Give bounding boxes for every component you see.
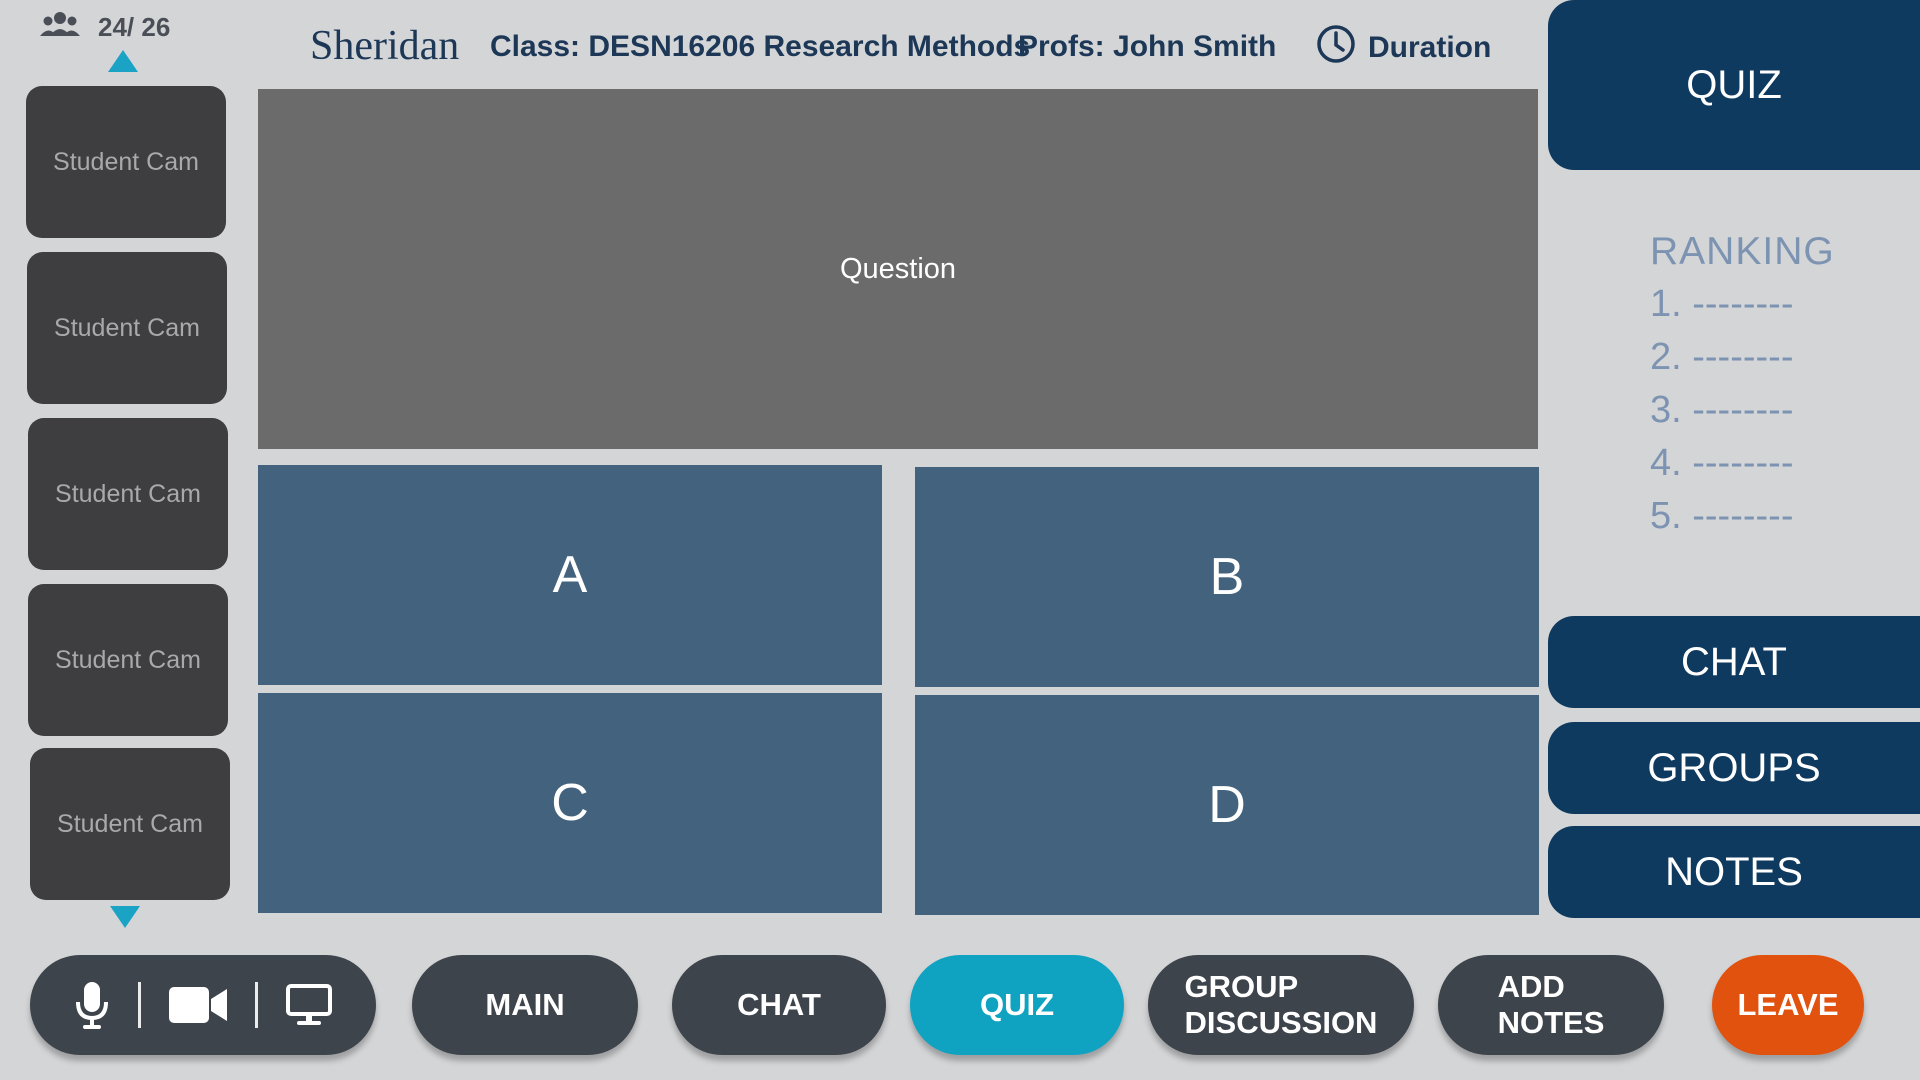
question-panel: Question <box>258 89 1538 449</box>
monitor-icon[interactable] <box>285 983 333 1027</box>
class-info: Class: DESN16206 Research Methods <box>490 30 1031 63</box>
side-notes-button[interactable]: NOTES <box>1548 826 1920 918</box>
leave-button[interactable]: LEAVE <box>1712 955 1864 1055</box>
professor-info: Profs: John Smith <box>1018 30 1277 63</box>
answer-option-a[interactable]: A <box>258 465 882 685</box>
group-discussion-button[interactable]: GROUP DISCUSSION <box>1148 955 1414 1055</box>
answer-option-b[interactable]: B <box>915 467 1539 687</box>
ranking-title: RANKING <box>1650 230 1835 273</box>
ranking-item: 5. -------- <box>1650 495 1794 537</box>
group-discussion-label: GROUP DISCUSSION <box>1184 969 1378 1040</box>
add-notes-button[interactable]: ADD NOTES <box>1438 955 1664 1055</box>
brand-logo: Sheridan <box>310 23 460 69</box>
video-camera-icon[interactable] <box>167 985 229 1025</box>
scroll-down-arrow-icon[interactable] <box>110 906 140 928</box>
divider <box>255 982 259 1028</box>
chat-button[interactable]: CHAT <box>672 955 886 1055</box>
participant-counter: 24/ 26 <box>40 10 170 45</box>
quiz-button[interactable]: QUIZ <box>910 955 1124 1055</box>
quiz-panel-tab[interactable]: QUIZ <box>1548 0 1920 170</box>
ranking-item: 4. -------- <box>1650 442 1794 484</box>
student-cam[interactable]: Student Cam <box>26 86 226 238</box>
side-groups-button[interactable]: GROUPS <box>1548 722 1920 814</box>
clock-icon <box>1316 24 1356 72</box>
duration-label: Duration <box>1368 31 1492 64</box>
class-header: Sheridan Class: DESN16206 Research Metho… <box>258 0 1538 88</box>
answer-option-d[interactable]: D <box>915 695 1539 915</box>
ranking-item: 1. -------- <box>1650 283 1794 325</box>
main-button[interactable]: MAIN <box>412 955 638 1055</box>
participant-count: 24/ 26 <box>98 12 171 42</box>
student-cam[interactable]: Student Cam <box>28 584 228 736</box>
people-group-icon <box>40 10 80 45</box>
divider <box>137 982 141 1028</box>
scroll-up-arrow-icon[interactable] <box>108 50 138 72</box>
ranking-list: RANKING 1. -------- 2. -------- 3. -----… <box>1650 225 1835 543</box>
student-cam[interactable]: Student Cam <box>30 748 230 900</box>
answer-option-c[interactable]: C <box>258 693 882 913</box>
duration: Duration <box>1316 24 1491 72</box>
ranking-item: 3. -------- <box>1650 389 1794 431</box>
student-cam[interactable]: Student Cam <box>28 418 228 570</box>
ranking-item: 2. -------- <box>1650 336 1794 378</box>
student-cam[interactable]: Student Cam <box>27 252 227 404</box>
add-notes-label: ADD NOTES <box>1497 969 1605 1040</box>
media-controls <box>30 955 376 1055</box>
microphone-icon[interactable] <box>73 980 111 1030</box>
side-chat-button[interactable]: CHAT <box>1548 616 1920 708</box>
